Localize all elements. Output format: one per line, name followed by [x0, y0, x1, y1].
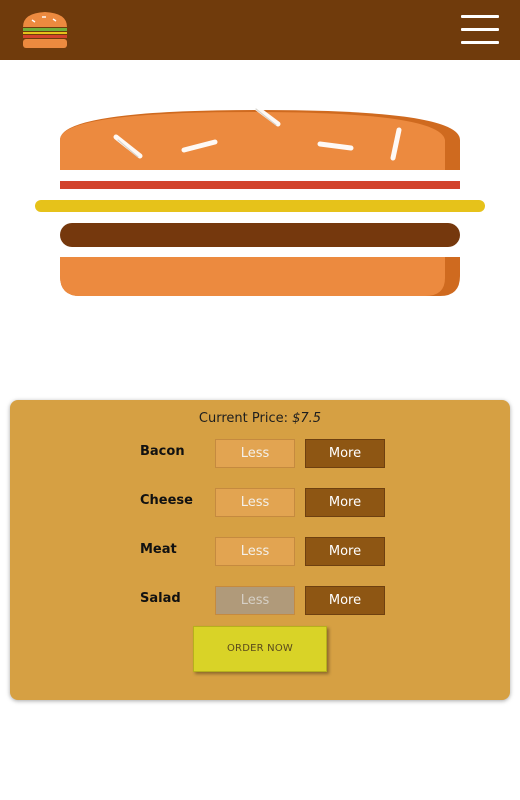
bun-bottom: [60, 257, 460, 296]
cheese-less-button[interactable]: Less: [215, 488, 295, 517]
meat-less-button[interactable]: Less: [215, 537, 295, 566]
ingredient-row-meat: Meat Less More: [10, 534, 510, 566]
ingredient-label: Cheese: [140, 493, 193, 508]
ingredient-row-cheese: Cheese Less More: [10, 485, 510, 517]
order-now-button[interactable]: ORDER NOW: [193, 626, 327, 672]
cheese-more-button[interactable]: More: [305, 488, 385, 517]
meat-more-button[interactable]: More: [305, 537, 385, 566]
bacon-more-button[interactable]: More: [305, 439, 385, 468]
bun-top: [60, 103, 460, 170]
price-value: $7.5: [292, 411, 322, 426]
salad-less-button[interactable]: Less: [215, 586, 295, 615]
ingredient-label: Bacon: [140, 444, 185, 459]
ingredient-label: Meat: [140, 542, 177, 557]
price-label: Current Price:: [198, 411, 288, 426]
burger-preview: [35, 103, 485, 296]
meat-layer: [60, 223, 460, 247]
ingredient-label: Salad: [140, 591, 181, 606]
cheese-layer: [35, 200, 485, 212]
ingredient-row-salad: Salad Less More: [10, 583, 510, 615]
order-panel: Current Price: $7.5 Bacon Less More Chee…: [10, 400, 510, 700]
salad-more-button[interactable]: More: [305, 586, 385, 615]
bacon-less-button[interactable]: Less: [215, 439, 295, 468]
current-price: Current Price: $7.5: [10, 411, 510, 426]
bacon-layer: [60, 181, 460, 189]
ingredient-row-bacon: Bacon Less More: [10, 436, 510, 468]
